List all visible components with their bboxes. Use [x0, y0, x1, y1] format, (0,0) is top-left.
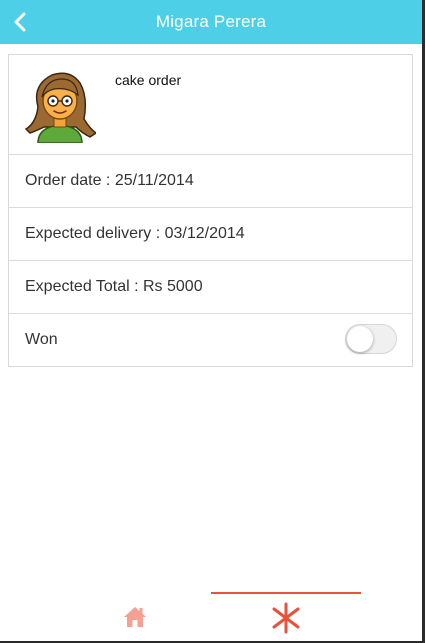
order-date-text: Order date : 25/11/2014	[25, 172, 194, 189]
bottom-tab-bar	[0, 592, 422, 641]
home-icon	[124, 606, 146, 627]
expected-total-text: Expected Total : Rs 5000	[25, 278, 203, 295]
app-header: Migara Perera	[0, 0, 422, 44]
expected-total-row: Expected Total : Rs 5000	[9, 261, 412, 314]
toggle-knob	[347, 326, 373, 352]
order-item-name: cake order	[115, 72, 182, 88]
won-label: Won	[25, 331, 58, 348]
won-toggle[interactable]	[345, 324, 397, 354]
tab-home[interactable]	[60, 592, 210, 641]
asterisk-icon	[272, 602, 300, 633]
expected-delivery-row: Expected delivery : 03/12/2014	[9, 208, 412, 261]
girl-avatar-icon	[24, 72, 96, 143]
expected-delivery-text: Expected delivery : 03/12/2014	[25, 225, 245, 242]
app-frame: Migara Perera cake order Order date: 25…	[0, 0, 425, 643]
won-row: Won	[9, 314, 412, 366]
tab-asterisk[interactable]	[211, 592, 361, 641]
order-summary: cake order	[9, 55, 412, 155]
back-button[interactable]	[2, 0, 38, 44]
order-date-row: Order date : 25/11/2014	[9, 155, 412, 208]
order-card: cake order Order date : 25/11/2014 Expec…	[8, 54, 413, 367]
page-title: Migara Perera	[155, 12, 267, 31]
chevron-left-icon	[14, 12, 26, 32]
